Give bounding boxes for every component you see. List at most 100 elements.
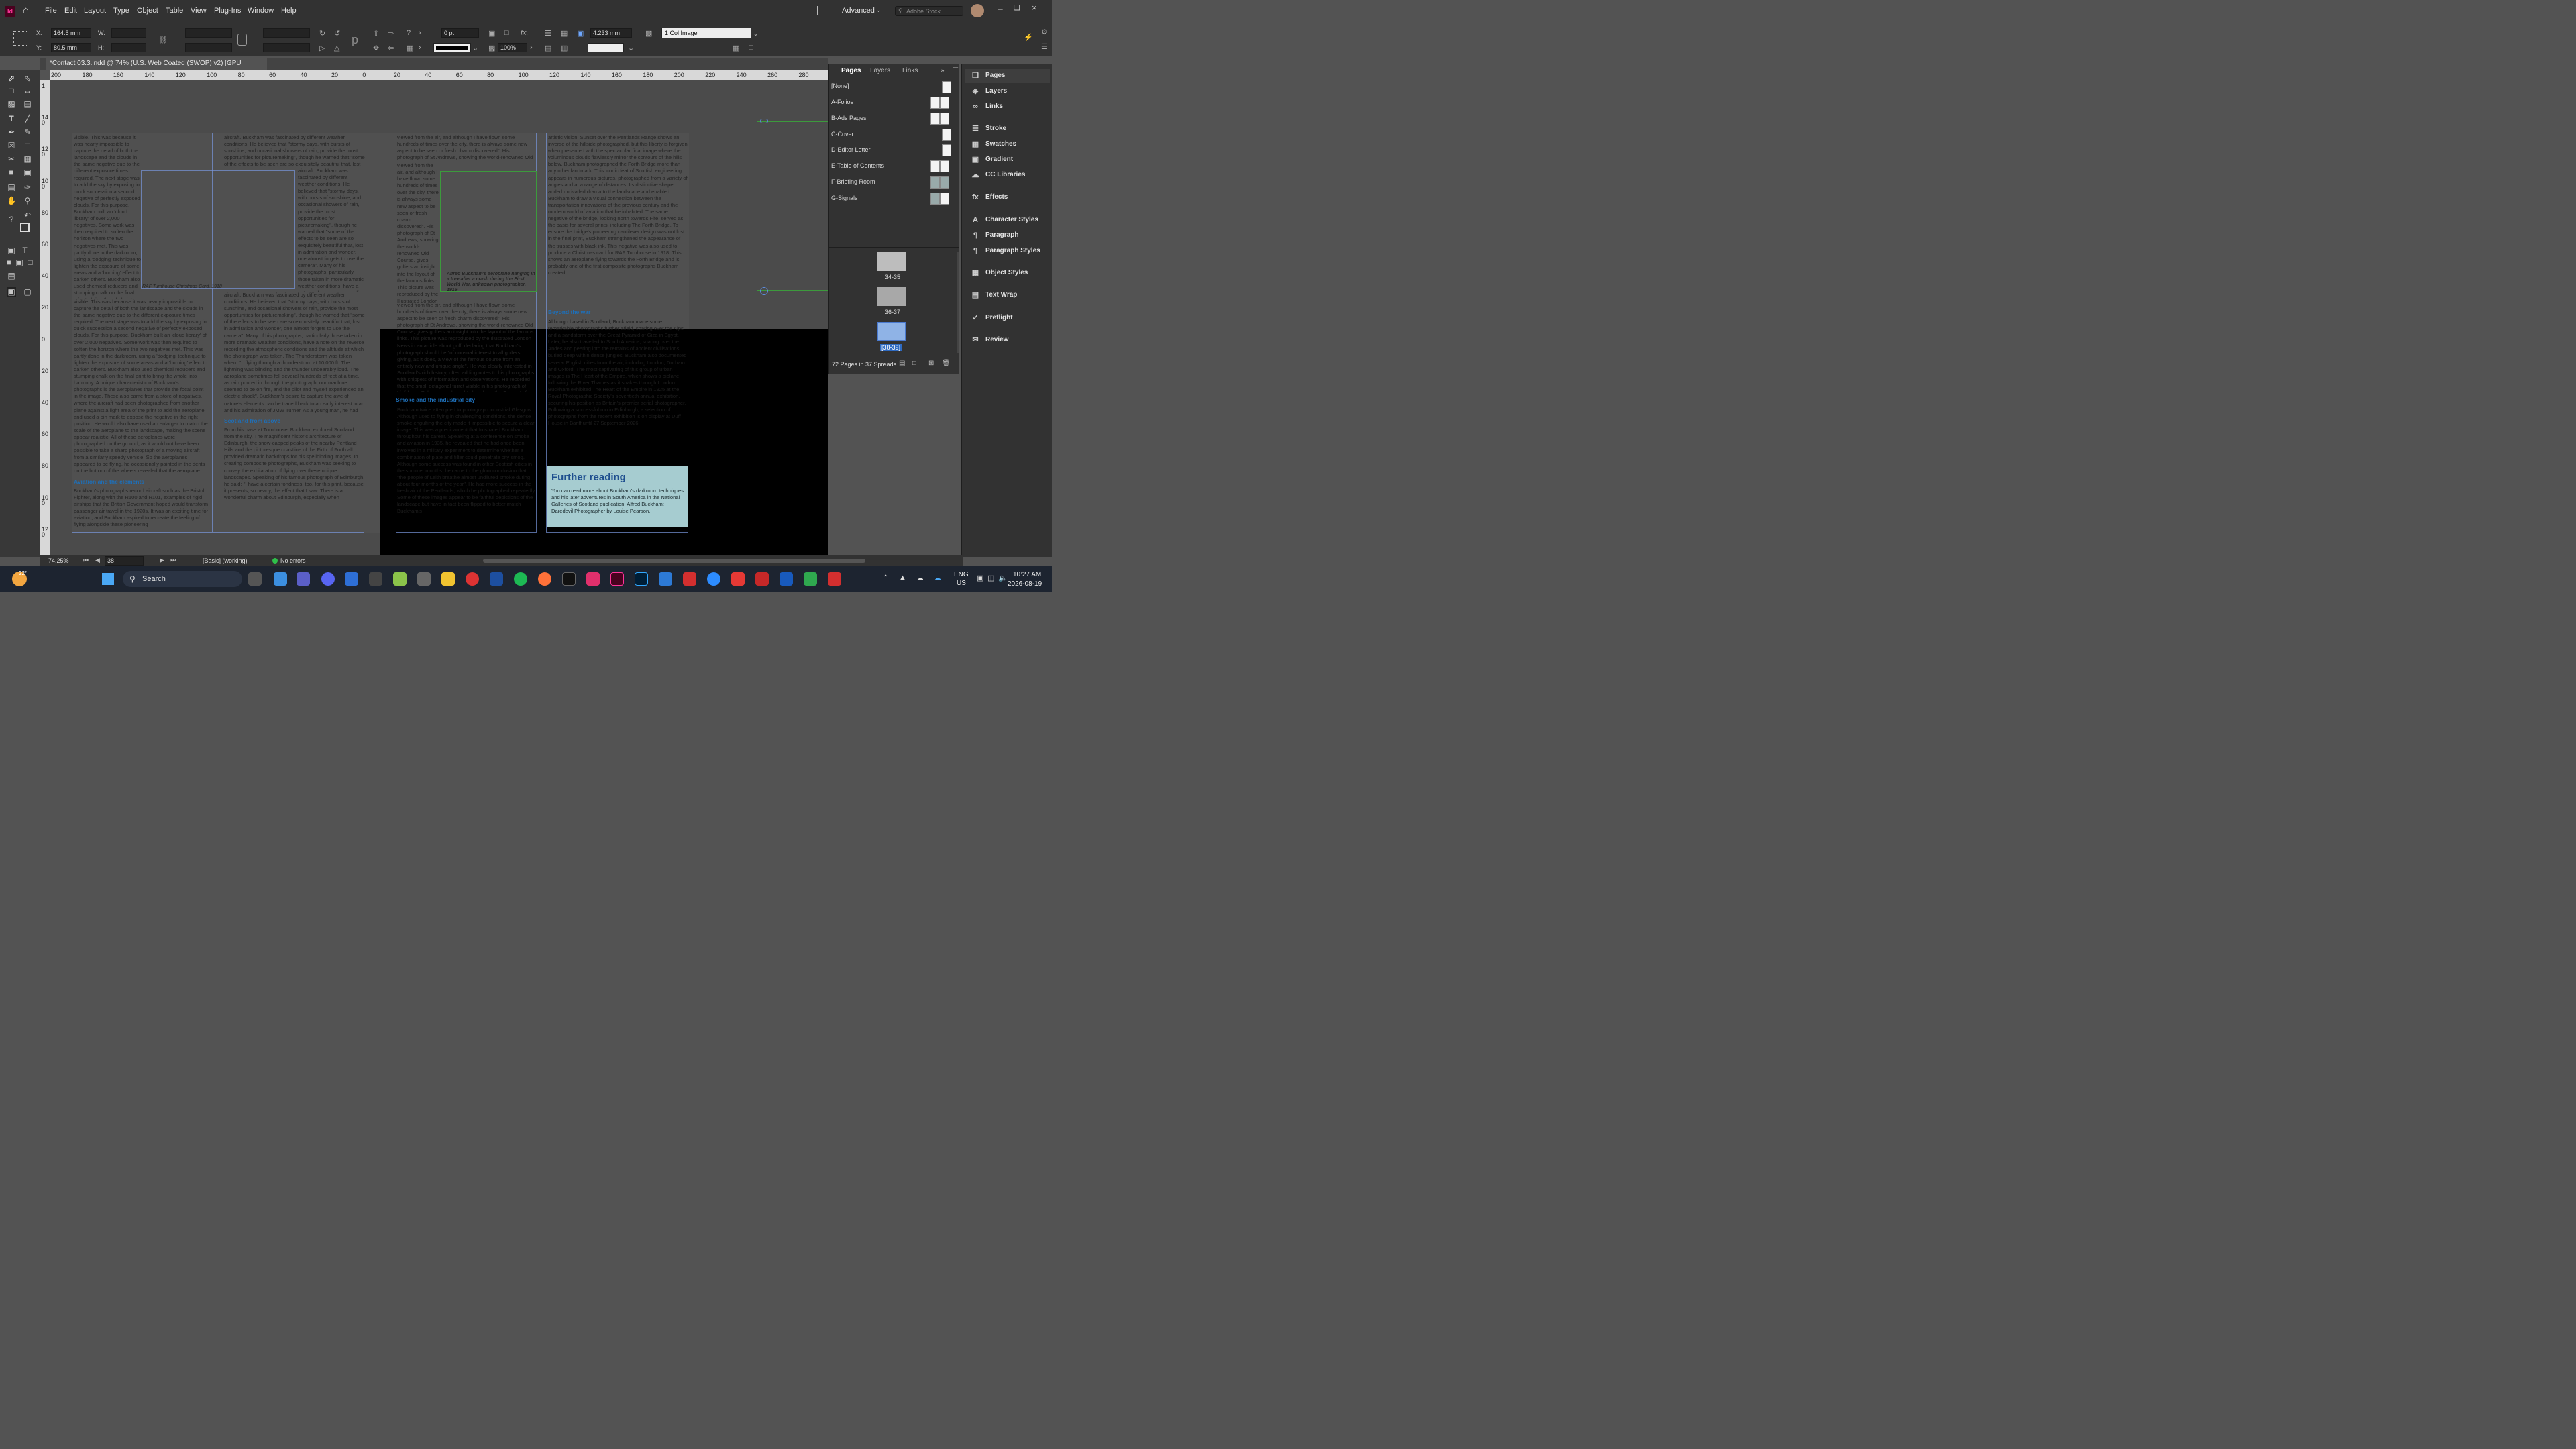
chevron-right-icon[interactable]: › xyxy=(530,44,533,52)
dock-links[interactable]: ∞ Links xyxy=(965,100,1050,113)
select-container-icon[interactable]: ⇧ xyxy=(373,29,379,38)
menu-plugins[interactable]: Plug-Ins xyxy=(214,7,241,15)
dock-swatches[interactable]: ▦ Swatches xyxy=(965,138,1050,151)
body-text-col4[interactable]: artistic vision. Sunset over the Pentlan… xyxy=(548,134,688,305)
share-icon[interactable] xyxy=(817,6,826,15)
note-tool-icon[interactable]: ▤ xyxy=(7,182,16,192)
pen-tool-icon[interactable]: ✒ xyxy=(7,127,16,137)
heading-scotland[interactable]: Scotland from above xyxy=(224,417,280,424)
collapse-icon[interactable]: » xyxy=(941,67,945,74)
chevron-down-icon[interactable]: ⌄ xyxy=(472,44,478,52)
horizontal-scrollbar[interactable] xyxy=(483,559,865,563)
page-tool-icon[interactable]: □ xyxy=(7,86,16,95)
gap-tool-icon[interactable]: ↔ xyxy=(23,86,32,95)
dock-effects[interactable]: fx Effects xyxy=(965,191,1050,204)
fill-frame-icon[interactable]: ▦ xyxy=(407,44,413,52)
body-text-col4b[interactable]: Although based in Scotland, Buckham made… xyxy=(548,319,688,453)
app-icon[interactable] xyxy=(274,572,287,586)
chevron-down-icon[interactable]: ⌄ xyxy=(753,29,759,38)
photoshop-icon[interactable] xyxy=(635,572,648,586)
h-field[interactable] xyxy=(111,43,146,52)
chevron-right-icon[interactable]: › xyxy=(419,29,421,37)
gradient-feather-tool-icon[interactable]: ▣ xyxy=(23,168,32,177)
zoom-icon[interactable] xyxy=(707,572,720,586)
body-text-col3[interactable]: viewed from the air, and although I have… xyxy=(397,302,537,392)
teams-icon[interactable] xyxy=(297,572,310,586)
page-size-icon[interactable]: ▤ xyxy=(899,360,905,367)
menu-view[interactable]: View xyxy=(191,7,207,15)
default-fill-stroke-icon[interactable]: ? xyxy=(7,215,16,224)
scissors-tool-icon[interactable]: ✂ xyxy=(7,154,16,164)
wifi-icon[interactable]: ◫ xyxy=(987,574,994,582)
volume-icon[interactable]: 🔈 xyxy=(998,574,1008,582)
horizontal-ruler[interactable]: 200 180 160 140 120 100 80 60 40 20 0 20 40 60 80 100 12… xyxy=(50,70,828,80)
file-explorer-icon[interactable] xyxy=(441,572,455,586)
acrobat-icon[interactable] xyxy=(828,572,841,586)
master-f-briefing[interactable]: F-Briefing Room xyxy=(831,178,875,185)
body-text-col2[interactable]: aircraft. Buckham was fascinated by diff… xyxy=(224,292,365,415)
heading-smoke[interactable]: Smoke and the industrial city xyxy=(396,396,475,403)
w-field[interactable] xyxy=(111,28,146,38)
content-collector-icon[interactable]: ▩ xyxy=(7,99,16,109)
lightning-icon[interactable]: ⚡ xyxy=(1024,33,1033,42)
screen-mode-icon[interactable]: ▤ xyxy=(7,271,16,280)
object-style-select[interactable]: 1 Col Image xyxy=(661,28,751,38)
apply-color-icon[interactable]: ■ xyxy=(4,258,13,267)
onedrive-icon[interactable]: ☁ xyxy=(934,574,941,582)
fx-icon[interactable]: fx. xyxy=(521,29,529,37)
x-field[interactable]: 164.5 mm xyxy=(51,28,91,38)
pasteboard[interactable]: visible. This was because it was nearly … xyxy=(50,80,828,555)
effects-box-icon[interactable]: □ xyxy=(504,29,509,37)
heading-beyond[interactable]: Beyond the war xyxy=(548,309,590,315)
dock-preflight[interactable]: ✓ Preflight xyxy=(965,311,1050,325)
workspace-switcher[interactable]: Advanced xyxy=(842,7,875,15)
rotate-ccw-icon[interactable]: ↺ xyxy=(334,29,340,38)
restore-icon[interactable]: ❏ xyxy=(1014,3,1020,12)
app-icon[interactable] xyxy=(804,572,817,586)
menu-help[interactable]: Help xyxy=(281,7,297,15)
error-status[interactable]: No errors xyxy=(280,557,306,564)
menu-icon[interactable]: ☰ xyxy=(1041,42,1048,51)
image-frame-christmas-card[interactable] xyxy=(141,170,295,289)
vertical-ruler[interactable]: 1 140 120 100 80 60 40 20 0 20 40 60 80 100 120 xyxy=(40,80,50,555)
bridge-icon[interactable] xyxy=(562,572,576,586)
display-icon[interactable]: ▣ xyxy=(977,574,983,582)
caption-aeroplane[interactable]: Alfred Buckham's aeroplane hanging in a … xyxy=(447,272,535,292)
gradient-swatch-tool-icon[interactable]: ■ xyxy=(7,168,16,177)
selected-pasteboard-frame[interactable] xyxy=(757,121,828,291)
tray-chevron-icon[interactable]: ⌃ xyxy=(883,574,888,582)
fill-swatch[interactable] xyxy=(588,43,624,52)
chevron-right-icon[interactable]: › xyxy=(419,44,421,52)
app-icon[interactable] xyxy=(586,572,600,586)
spread-thumb-34-35[interactable] xyxy=(877,252,906,271)
body-text-col1[interactable]: visible. This was because it was nearly … xyxy=(74,299,208,473)
text-wrap-jump-icon[interactable]: ▤ xyxy=(545,44,551,52)
drive-icon[interactable]: ▲ xyxy=(899,574,906,582)
menu-object[interactable]: Object xyxy=(137,7,158,15)
master-none[interactable]: [None] xyxy=(831,83,849,89)
menu-table[interactable]: Table xyxy=(166,7,183,15)
selection-tool-icon[interactable]: ⬀ xyxy=(7,74,16,83)
dock-character-styles[interactable]: A Character Styles xyxy=(965,213,1050,227)
normal-view-icon[interactable]: ▣ xyxy=(7,287,16,297)
body-text-col2-top[interactable]: aircraft. Buckham was fascinated by diff… xyxy=(224,134,365,168)
body-text-col3-top[interactable]: viewed from the air, and although I have… xyxy=(397,134,537,161)
notepad-icon[interactable] xyxy=(345,572,358,586)
menu-type[interactable]: Type xyxy=(113,7,129,15)
flip-horizontal-icon[interactable]: ▷ xyxy=(319,44,325,52)
body-text-col2b[interactable]: From his base at Turnhouse, Buckham expl… xyxy=(224,427,365,529)
clear-overrides-icon[interactable]: ▦ xyxy=(733,44,739,52)
rotation-field[interactable] xyxy=(263,28,310,38)
region[interactable]: US xyxy=(957,580,966,587)
body-text-col1b[interactable]: Buckham's photographs record aircraft su… xyxy=(74,488,211,529)
master-e-toc[interactable]: E-Table of Contents xyxy=(831,162,884,169)
preflight-profile[interactable]: [Basic] (working) xyxy=(203,557,248,564)
help-icon[interactable]: ? xyxy=(407,29,411,37)
clear-style-icon[interactable]: □ xyxy=(749,44,753,52)
menu-file[interactable]: File xyxy=(45,7,57,15)
calculator-icon[interactable] xyxy=(369,572,382,586)
menu-window[interactable]: Window xyxy=(248,7,274,15)
previous-page-icon[interactable]: ◀ xyxy=(95,557,100,564)
next-page-icon[interactable]: ▶ xyxy=(160,557,164,564)
reference-point-icon[interactable] xyxy=(13,31,28,46)
